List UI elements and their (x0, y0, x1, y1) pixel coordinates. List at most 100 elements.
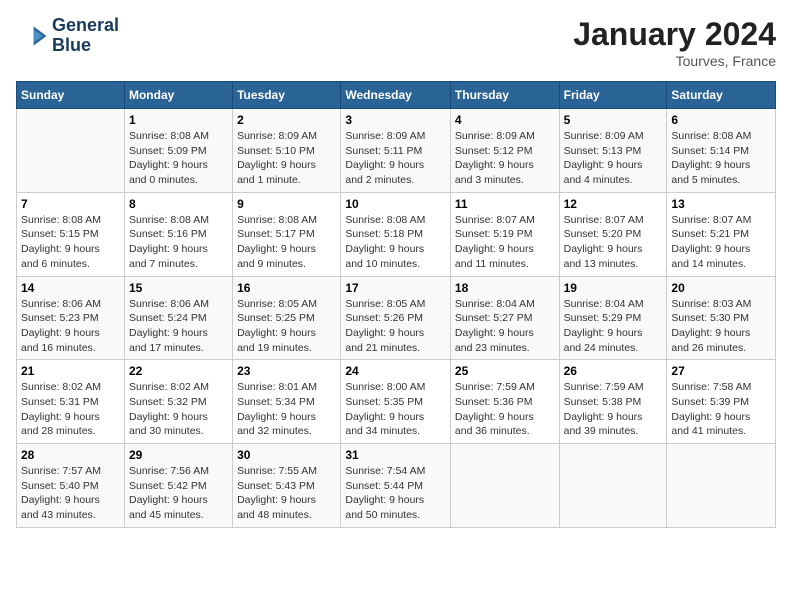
day-info: Sunrise: 8:01 AMSunset: 5:34 PMDaylight:… (237, 380, 336, 439)
day-number: 14 (21, 281, 120, 295)
calendar-cell: 18 Sunrise: 8:04 AMSunset: 5:27 PMDayligh… (450, 276, 559, 360)
calendar-cell (559, 444, 667, 528)
calendar-table: SundayMondayTuesdayWednesdayThursdayFrid… (16, 81, 776, 528)
calendar-cell: 1Sunrise: 8:08 AMSunset: 5:09 PMDaylight… (124, 109, 232, 193)
calendar-cell: 27Sunrise: 7:58 AMSunset: 5:39 PMDayligh… (667, 360, 776, 444)
calendar-cell: 10Sunrise: 8:08 AMSunset: 5:18 PMDayligh… (341, 192, 451, 276)
calendar-body: 1Sunrise: 8:08 AMSunset: 5:09 PMDaylight… (17, 109, 776, 528)
day-number: 21 (21, 364, 120, 378)
calendar-cell (450, 444, 559, 528)
day-number: 3 (345, 113, 446, 127)
week-row-2: 7 Sunrise: 8:08 AMSunset: 5:15 PMDaylight… (17, 192, 776, 276)
day-number: 18 (455, 281, 555, 295)
day-number: 29 (129, 448, 228, 462)
day-number: 11 (455, 197, 555, 211)
calendar-cell: 13Sunrise: 8:07 AMSunset: 5:21 PMDayligh… (667, 192, 776, 276)
day-number: 8 (129, 197, 228, 211)
day-info: Sunrise: 8:06 AMSunset: 5:24 PMDaylight:… (129, 297, 228, 356)
day-info: Sunrise: 8:09 AMSunset: 5:13 PMDaylight:… (564, 129, 663, 188)
day-info: Sunrise: 7:54 AMSunset: 5:44 PMDaylight:… (345, 464, 446, 523)
calendar-cell (17, 109, 125, 193)
calendar-cell: 8 Sunrise: 8:08 AMSunset: 5:16 PMDaylight… (124, 192, 232, 276)
day-number: 12 (564, 197, 663, 211)
logo: General Blue (16, 16, 119, 56)
calendar-cell: 3 Sunrise: 8:09 AMSunset: 5:11 PMDaylight… (341, 109, 451, 193)
page-header: General Blue January 2024 Tourves, Franc… (16, 16, 776, 69)
day-number: 23 (237, 364, 336, 378)
day-info: Sunrise: 8:08 AMSunset: 5:16 PMDaylight:… (129, 213, 228, 272)
day-info: Sunrise: 8:09 AMSunset: 5:10 PMDaylight:… (237, 129, 336, 188)
calendar-cell: 6 Sunrise: 8:08 AMSunset: 5:14 PMDaylight… (667, 109, 776, 193)
day-number: 4 (455, 113, 555, 127)
day-number: 28 (21, 448, 120, 462)
header-row: SundayMondayTuesdayWednesdayThursdayFrid… (17, 82, 776, 109)
day-info: Sunrise: 8:09 AMSunset: 5:12 PMDaylight:… (455, 129, 555, 188)
calendar-cell: 16Sunrise: 8:05 AMSunset: 5:25 PMDayligh… (233, 276, 341, 360)
header-day-wednesday: Wednesday (341, 82, 451, 109)
day-number: 24 (345, 364, 446, 378)
day-number: 2 (237, 113, 336, 127)
day-number: 19 (564, 281, 663, 295)
calendar-cell: 20Sunrise: 8:03 AMSunset: 5:30 PMDayligh… (667, 276, 776, 360)
calendar-cell: 15 Sunrise: 8:06 AMSunset: 5:24 PMDayligh… (124, 276, 232, 360)
day-number: 9 (237, 197, 336, 211)
day-number: 22 (129, 364, 228, 378)
day-number: 30 (237, 448, 336, 462)
logo-icon (16, 20, 48, 52)
header-day-sunday: Sunday (17, 82, 125, 109)
title-block: January 2024 Tourves, France (573, 16, 776, 69)
day-info: Sunrise: 8:08 AMSunset: 5:17 PMDaylight:… (237, 213, 336, 272)
calendar-cell: 24Sunrise: 8:00 AMSunset: 5:35 PMDayligh… (341, 360, 451, 444)
day-number: 27 (671, 364, 771, 378)
header-day-friday: Friday (559, 82, 667, 109)
week-row-1: 1Sunrise: 8:08 AMSunset: 5:09 PMDaylight… (17, 109, 776, 193)
day-number: 10 (345, 197, 446, 211)
calendar-cell: 29 Sunrise: 7:56 AMSunset: 5:42 PMDayligh… (124, 444, 232, 528)
calendar-cell: 2 Sunrise: 8:09 AMSunset: 5:10 PMDaylight… (233, 109, 341, 193)
calendar-cell: 11Sunrise: 8:07 AMSunset: 5:19 PMDayligh… (450, 192, 559, 276)
day-info: Sunrise: 7:59 AMSunset: 5:36 PMDaylight:… (455, 380, 555, 439)
day-info: Sunrise: 7:55 AMSunset: 5:43 PMDaylight:… (237, 464, 336, 523)
calendar-cell: 17 Sunrise: 8:05 AMSunset: 5:26 PMDayligh… (341, 276, 451, 360)
day-info: Sunrise: 8:07 AMSunset: 5:20 PMDaylight:… (564, 213, 663, 272)
calendar-cell: 22Sunrise: 8:02 AMSunset: 5:32 PMDayligh… (124, 360, 232, 444)
day-info: Sunrise: 8:08 AMSunset: 5:15 PMDaylight:… (21, 213, 120, 272)
day-number: 25 (455, 364, 555, 378)
day-number: 7 (21, 197, 120, 211)
day-number: 17 (345, 281, 446, 295)
logo-line2: Blue (52, 36, 119, 56)
day-info: Sunrise: 8:09 AMSunset: 5:11 PMDaylight:… (345, 129, 446, 188)
calendar-cell: 4 Sunrise: 8:09 AMSunset: 5:12 PMDaylight… (450, 109, 559, 193)
day-number: 15 (129, 281, 228, 295)
day-info: Sunrise: 8:05 AMSunset: 5:25 PMDaylight:… (237, 297, 336, 356)
calendar-cell: 30 Sunrise: 7:55 AMSunset: 5:43 PMDayligh… (233, 444, 341, 528)
day-number: 1 (129, 113, 228, 127)
day-info: Sunrise: 7:56 AMSunset: 5:42 PMDaylight:… (129, 464, 228, 523)
day-number: 13 (671, 197, 771, 211)
calendar-cell (667, 444, 776, 528)
day-number: 20 (671, 281, 771, 295)
day-number: 6 (671, 113, 771, 127)
day-info: Sunrise: 8:06 AMSunset: 5:23 PMDaylight:… (21, 297, 120, 356)
day-info: Sunrise: 8:04 AMSunset: 5:27 PMDaylight:… (455, 297, 555, 356)
day-info: Sunrise: 7:59 AMSunset: 5:38 PMDaylight:… (564, 380, 663, 439)
calendar-cell: 23 Sunrise: 8:01 AMSunset: 5:34 PMDayligh… (233, 360, 341, 444)
calendar-cell: 12 Sunrise: 8:07 AMSunset: 5:20 PMDayligh… (559, 192, 667, 276)
day-number: 31 (345, 448, 446, 462)
header-day-monday: Monday (124, 82, 232, 109)
day-info: Sunrise: 8:05 AMSunset: 5:26 PMDaylight:… (345, 297, 446, 356)
day-number: 5 (564, 113, 663, 127)
day-info: Sunrise: 8:08 AMSunset: 5:14 PMDaylight:… (671, 129, 771, 188)
calendar-cell: 7 Sunrise: 8:08 AMSunset: 5:15 PMDaylight… (17, 192, 125, 276)
day-number: 26 (564, 364, 663, 378)
week-row-5: 28Sunrise: 7:57 AMSunset: 5:40 PMDayligh… (17, 444, 776, 528)
calendar-cell: 25 Sunrise: 7:59 AMSunset: 5:36 PMDayligh… (450, 360, 559, 444)
logo-text: General Blue (52, 16, 119, 56)
calendar-subtitle: Tourves, France (573, 53, 776, 69)
header-day-thursday: Thursday (450, 82, 559, 109)
calendar-cell: 21Sunrise: 8:02 AMSunset: 5:31 PMDayligh… (17, 360, 125, 444)
week-row-4: 21Sunrise: 8:02 AMSunset: 5:31 PMDayligh… (17, 360, 776, 444)
calendar-header: SundayMondayTuesdayWednesdayThursdayFrid… (17, 82, 776, 109)
calendar-cell: 19Sunrise: 8:04 AMSunset: 5:29 PMDayligh… (559, 276, 667, 360)
calendar-cell: 31 Sunrise: 7:54 AMSunset: 5:44 PMDayligh… (341, 444, 451, 528)
